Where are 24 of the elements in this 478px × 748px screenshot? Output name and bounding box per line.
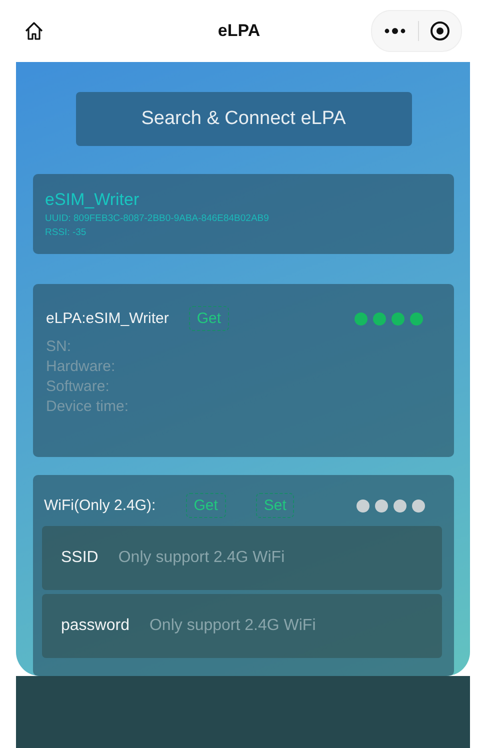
close-target-icon[interactable]	[429, 20, 451, 42]
device-card[interactable]: eSIM_Writer UUID: 809FEB3C-8087-2BB0-9ABA-846E84B02AB9 RSSI: -35	[33, 174, 454, 254]
info-label: Software:	[46, 377, 110, 397]
field-label: SSID	[61, 549, 98, 567]
info-label: Hardware:	[46, 357, 116, 377]
device-name: eSIM_Writer	[45, 190, 140, 210]
get-button[interactable]: Get	[188, 306, 230, 331]
search-connect-button[interactable]: Search & Connect eLPA	[76, 92, 412, 146]
info-label: SN:	[46, 337, 72, 357]
more-icon[interactable]	[382, 26, 408, 36]
get-button[interactable]: Get	[186, 493, 226, 518]
card-title: eLPA:eSIM_Writer	[46, 310, 169, 327]
input-field[interactable]: SSID Only support 2.4G WiFi	[42, 526, 442, 590]
input-field[interactable]: password Only support 2.4G WiFi	[42, 594, 442, 658]
nav-title: eLPA	[218, 21, 260, 41]
text-input[interactable]: Only support 2.4G WiFi	[147, 616, 426, 636]
device-uuid: UUID: 809FEB3C-8087-2BB0-9ABA-846E84B02AB9	[45, 213, 270, 224]
field-label: password	[61, 617, 130, 635]
text-input[interactable]: Only support 2.4G WiFi	[116, 548, 426, 568]
card-title: WiFi(Only 2.4G):	[44, 497, 156, 514]
home-icon[interactable]	[24, 21, 44, 41]
info-label: Device time:	[46, 397, 130, 417]
set-button[interactable]: Set	[256, 493, 294, 518]
device-rssi: RSSI: -35	[45, 227, 88, 238]
